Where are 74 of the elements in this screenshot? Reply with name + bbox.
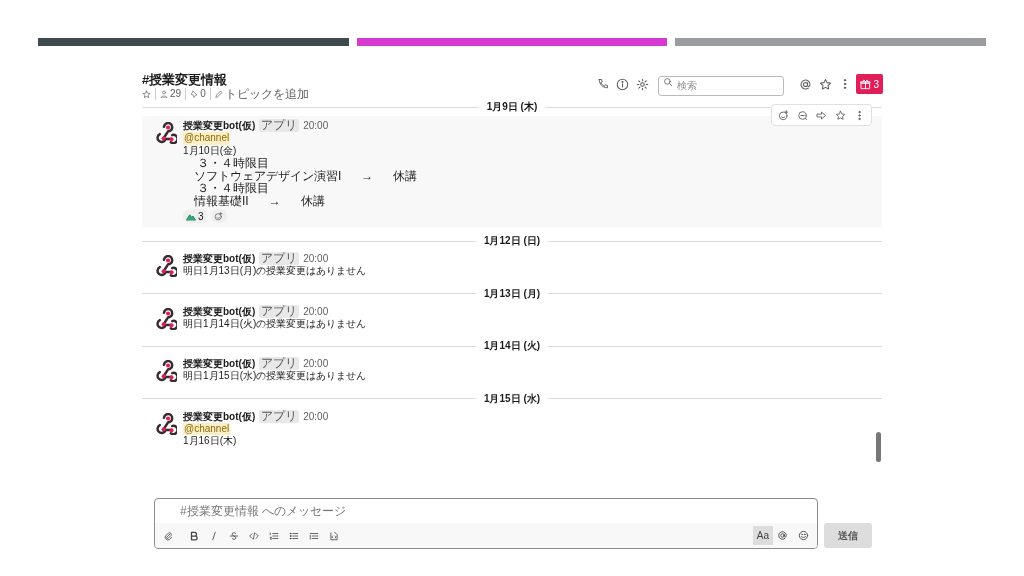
italic-icon[interactable] — [209, 530, 219, 541]
timestamp[interactable]: 20:00 — [303, 118, 329, 133]
star-icon[interactable] — [835, 109, 846, 121]
star-icon[interactable] — [819, 77, 833, 91]
date-divider: 1月15日 (水) — [482, 392, 542, 405]
strikethrough-icon[interactable] — [229, 530, 239, 541]
emoji-plus-icon — [214, 211, 224, 221]
date-divider: 1月9日 (木) — [485, 101, 539, 113]
search-icon — [663, 77, 674, 87]
add-reaction-button[interactable] — [210, 209, 227, 223]
reaction-pill[interactable]: 3 — [183, 209, 207, 223]
message-text: 明日1月15日(水)の授業変更はありません — [183, 370, 367, 383]
webhook-icon — [155, 255, 177, 277]
scrollbar-thumb[interactable] — [876, 432, 881, 462]
format-button[interactable]: Aa — [752, 526, 773, 545]
webhook-icon — [155, 307, 177, 330]
message-text: ソフトウェアデザイン演習I → 休講 — [193, 169, 418, 182]
star-icon[interactable] — [142, 89, 151, 99]
webhook-icon — [155, 360, 177, 382]
timestamp[interactable]: 20:00 — [303, 408, 329, 424]
sender-name[interactable]: 授業変更bot(仮) — [183, 408, 256, 424]
timestamp[interactable]: 20:00 — [303, 303, 329, 319]
info-icon[interactable] — [616, 77, 630, 91]
webhook-icon — [155, 412, 177, 435]
app-badge: アプリ — [259, 304, 300, 318]
bulleted-list-icon[interactable] — [289, 530, 299, 541]
date-divider: 1月12日 (日) — [482, 235, 542, 247]
sender-name[interactable]: 授業変更bot(仮) — [183, 251, 256, 266]
message-text: 明日1月14日(火)の授業変更はありません — [183, 317, 367, 330]
mountain-icon — [186, 211, 196, 221]
message-text: ３・４時限目 — [196, 157, 271, 170]
numbered-list-icon[interactable] — [269, 530, 279, 541]
gift-badge[interactable]: 3 — [856, 74, 883, 94]
code-icon[interactable] — [249, 530, 259, 541]
timestamp[interactable]: 20:00 — [303, 251, 329, 266]
emoji-icon[interactable] — [798, 530, 809, 541]
timestamp[interactable]: 20:00 — [303, 356, 329, 371]
message-text: 1月10日(金) — [183, 144, 238, 157]
mention-link[interactable]: @channel — [183, 132, 231, 145]
webhook-icon — [155, 122, 177, 144]
send-button[interactable]: 送信 — [824, 523, 872, 548]
person-icon — [160, 90, 168, 98]
channel-name: #授業変更情報 — [142, 72, 229, 88]
mention-link[interactable]: @channel — [183, 422, 231, 435]
search-field[interactable]: 検索 — [658, 75, 785, 96]
at-sign-icon[interactable] — [777, 530, 788, 541]
member-count[interactable]: 29 — [155, 88, 182, 100]
bold-icon[interactable] — [189, 530, 199, 541]
paperclip-icon[interactable] — [163, 530, 173, 541]
sender-name[interactable]: 授業変更bot(仮) — [183, 303, 256, 319]
pencil-icon — [214, 90, 223, 98]
pin-count[interactable]: 0 — [185, 88, 206, 100]
date-divider: 1月14日 (火) — [482, 340, 542, 352]
app-badge: アプリ — [259, 252, 300, 265]
add-topic-button[interactable]: トピックを追加 — [209, 88, 309, 100]
settings-icon[interactable] — [636, 77, 650, 91]
message-text: 情報基礎II → 休講 — [193, 194, 326, 207]
app-badge: アプリ — [259, 357, 300, 370]
message-text: 1月16日(木) — [183, 435, 238, 448]
sender-name[interactable]: 授業変更bot(仮) — [183, 356, 256, 371]
quote-list-icon[interactable] — [309, 530, 319, 541]
phone-icon[interactable] — [597, 78, 610, 90]
app-badge: アプリ — [259, 409, 300, 423]
emoji-plus-icon[interactable] — [778, 109, 789, 121]
sender-name[interactable]: 授業変更bot(仮) — [183, 118, 256, 133]
message-text: 明日1月13日(月)の授業変更はありません — [183, 265, 367, 278]
app-badge: アプリ — [259, 119, 300, 132]
gift-icon — [860, 78, 872, 90]
at-sign-icon[interactable] — [799, 77, 813, 91]
message-text: ３・４時限目 — [196, 182, 271, 195]
message-input[interactable]: #授業変更情報 へのメッセージ — [155, 499, 817, 523]
arrow-right-icon[interactable] — [816, 109, 827, 121]
date-divider: 1月13日 (月) — [482, 287, 542, 300]
message-composer[interactable]: #授業変更情報 へのメッセージ Aa — [154, 498, 818, 549]
